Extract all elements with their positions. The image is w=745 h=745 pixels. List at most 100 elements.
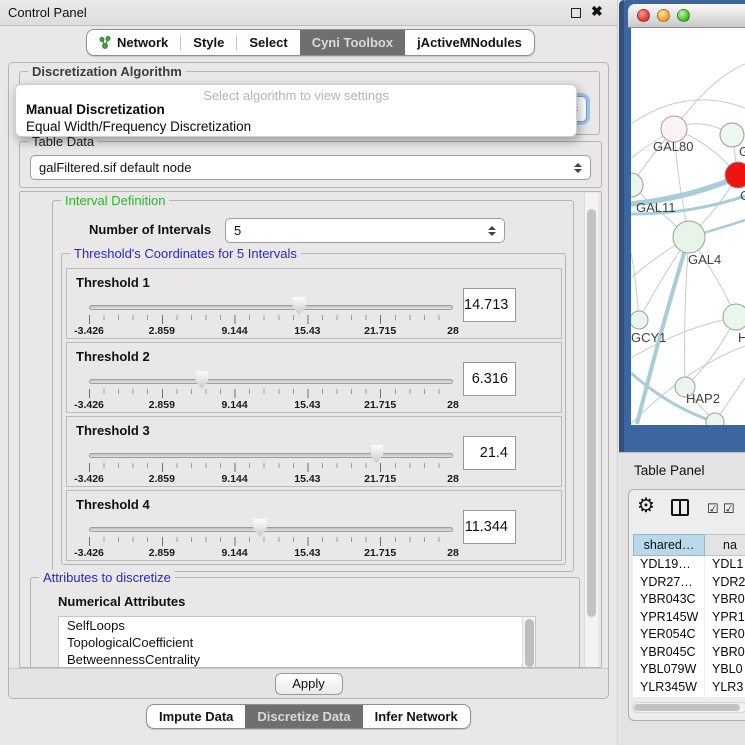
slider-thumb[interactable] <box>370 445 383 463</box>
table-header-row: shared… na <box>633 534 745 556</box>
table-row[interactable]: YIL053CYIL0 <box>633 696 745 697</box>
table-horizontal-scrollbar[interactable] <box>632 702 745 713</box>
tab-impute-data[interactable]: Impute Data <box>147 705 245 728</box>
slider-track[interactable] <box>89 379 453 384</box>
list-scrollbar[interactable] <box>522 617 535 668</box>
table-row[interactable]: YDL19…YDL1 <box>633 556 745 574</box>
number-of-intervals-combobox[interactable]: 5 <box>225 218 505 243</box>
threshold-1-panel: Threshold 1 -3.426 2.859 9.144 <box>66 268 562 339</box>
combo-stepper-icon <box>488 226 496 236</box>
slider-track[interactable] <box>89 527 453 532</box>
table-data-combobox[interactable]: galFiltered.sif default node <box>30 155 591 180</box>
threshold-2-slider[interactable]: -3.426 2.859 9.144 15.43 21.715 28 <box>89 371 453 409</box>
column-header-shared[interactable]: shared… <box>633 534 705 556</box>
slider-thumb[interactable] <box>254 519 267 537</box>
tab-cyni-toolbox[interactable]: Cyni Toolbox <box>300 30 405 55</box>
apply-button[interactable]: Apply <box>275 673 343 695</box>
slider-thumb[interactable] <box>195 371 208 389</box>
tab-network[interactable]: Network <box>87 30 180 55</box>
window-frame <box>619 0 624 452</box>
slider-ticks-major <box>89 463 453 472</box>
node-attribute-table: shared… na YDL19…YDL1 YDR27…YDR2 YBR043C… <box>633 534 745 697</box>
settings-vertical-scrollbar[interactable] <box>584 193 598 668</box>
table-row[interactable]: YLR345WYLR3 <box>633 679 745 697</box>
list-item[interactable]: TopologicalCoefficient <box>59 634 535 651</box>
checkbox-icon[interactable]: ☑ <box>723 501 735 517</box>
zoom-traffic-light[interactable] <box>677 9 690 22</box>
list-item[interactable]: BetweennessCentrality <box>59 651 535 668</box>
node-label-fragment: G <box>739 144 745 159</box>
threshold-3-slider[interactable]: -3.426 2.859 9.144 15.43 21.715 28 <box>89 445 453 483</box>
interval-definition-title: Interval Definition <box>61 193 169 208</box>
network-node[interactable] <box>631 173 643 197</box>
table-row[interactable]: YER054CYER0 <box>633 626 745 644</box>
float-window-icon[interactable] <box>571 8 581 18</box>
threshold-3-value-field[interactable]: 21.4 <box>463 436 516 470</box>
tab-discretize-data[interactable]: Discretize Data <box>245 705 362 728</box>
columns-icon[interactable] <box>671 499 689 516</box>
network-graph: GAL80 G C GAL11 GAL4 GCY1 H HAP2 <box>631 28 745 425</box>
table-data-group: Table Data galFiltered.sif default node <box>19 141 602 188</box>
screen: Control Panel ✖ Network Style Select Cyn… <box>0 0 745 745</box>
gear-icon[interactable]: ⚙ <box>637 496 655 516</box>
slider-ticks-major <box>89 315 453 324</box>
network-view-window: GAL80 G C GAL11 GAL4 GCY1 H HAP2 <box>619 0 745 452</box>
algorithm-option-equal-width[interactable]: Equal Width/Frequency Discretization <box>16 119 576 136</box>
checkbox-icon[interactable]: ☑ <box>707 501 719 517</box>
numerical-attributes-list: SelfLoops TopologicalCoefficient Between… <box>58 616 536 668</box>
table-row[interactable]: YBR043CYBR0 <box>633 591 745 609</box>
slider-track[interactable] <box>89 305 453 310</box>
slider-tick-labels: -3.426 2.859 9.144 15.43 21.715 28 <box>89 473 453 485</box>
control-panel-titlebar: Control Panel ✖ <box>0 0 617 26</box>
network-icon <box>99 36 111 49</box>
tab-jactivemnodules[interactable]: jActiveMNodules <box>405 30 534 55</box>
threshold-4-value-field[interactable]: 11.344 <box>463 510 516 544</box>
table-panel-title: Table Panel <box>634 463 705 478</box>
cyni-mode-tabbar: Impute Data Discretize Data Infer Networ… <box>146 704 471 729</box>
node-label-hap2: HAP2 <box>686 391 720 406</box>
slider-thumb[interactable] <box>293 297 306 315</box>
node-label-gal80: GAL80 <box>653 139 693 154</box>
table-row[interactable]: YPR145WYPR1 <box>633 609 745 627</box>
attributes-group: Attributes to discretize Numerical Attri… <box>30 577 580 668</box>
node-label-fragment: H <box>738 330 745 345</box>
attributes-group-title: Attributes to discretize <box>39 570 175 585</box>
algorithm-dropdown-popup: Select algorithm to view settings Manual… <box>15 84 577 137</box>
network-node-selected-red[interactable] <box>725 162 745 188</box>
slider-tick-labels: -3.426 2.859 9.144 15.43 21.715 28 <box>89 399 453 411</box>
table-row[interactable]: YBR045CYBR0 <box>633 644 745 662</box>
close-traffic-light[interactable] <box>637 9 650 22</box>
network-window-titlebar[interactable] <box>628 4 745 28</box>
table-row[interactable]: YBL079WYBL0 <box>633 661 745 679</box>
slider-ticks-major <box>89 389 453 398</box>
combo-stepper-icon <box>574 163 582 173</box>
threshold-2-label: Threshold 2 <box>76 349 150 364</box>
numerical-attributes-label: Numerical Attributes <box>58 594 185 609</box>
tab-select[interactable]: Select <box>237 30 299 55</box>
column-header-name[interactable]: na <box>705 534 745 556</box>
algorithm-prompt-option: Select algorithm to view settings <box>16 85 576 102</box>
network-canvas[interactable]: GAL80 G C GAL11 GAL4 GCY1 H HAP2 <box>631 28 745 425</box>
slider-ticks-major <box>89 537 453 546</box>
threshold-1-label: Threshold 1 <box>76 275 150 290</box>
network-node-gal4[interactable] <box>673 221 705 253</box>
threshold-3-panel: Threshold 3 -3.426 2.859 9.144 <box>66 416 562 487</box>
network-node[interactable] <box>631 311 648 329</box>
slider-track[interactable] <box>89 453 453 458</box>
table-row[interactable]: YDR27…YDR2 <box>633 574 745 592</box>
tab-infer-network[interactable]: Infer Network <box>363 705 470 728</box>
threshold-2-panel: Threshold 2 -3.426 2.859 9.144 <box>66 342 562 413</box>
table-panel: Table Panel ⚙ ☑ ☑ shared… na YDL19…YDL1 … <box>619 452 745 745</box>
close-icon[interactable]: ✖ <box>591 3 603 20</box>
tab-style[interactable]: Style <box>181 30 236 55</box>
algorithm-option-manual[interactable]: Manual Discretization <box>16 102 576 119</box>
threshold-1-value-field[interactable]: 14.713 <box>463 288 516 322</box>
threshold-2-value-field[interactable]: 6.316 <box>463 362 516 396</box>
interval-definition-group: Interval Definition Number of Intervals … <box>52 200 574 572</box>
network-node[interactable] <box>723 304 745 330</box>
list-item[interactable]: SelfLoops <box>59 617 535 634</box>
threshold-1-slider[interactable]: -3.426 2.859 9.144 15.43 21.715 28 <box>89 297 453 335</box>
node-label-gal11: GAL11 <box>636 200 676 215</box>
minimize-traffic-light[interactable] <box>657 9 670 22</box>
threshold-4-slider[interactable]: -3.426 2.859 9.144 15.43 21.715 28 <box>89 519 453 557</box>
